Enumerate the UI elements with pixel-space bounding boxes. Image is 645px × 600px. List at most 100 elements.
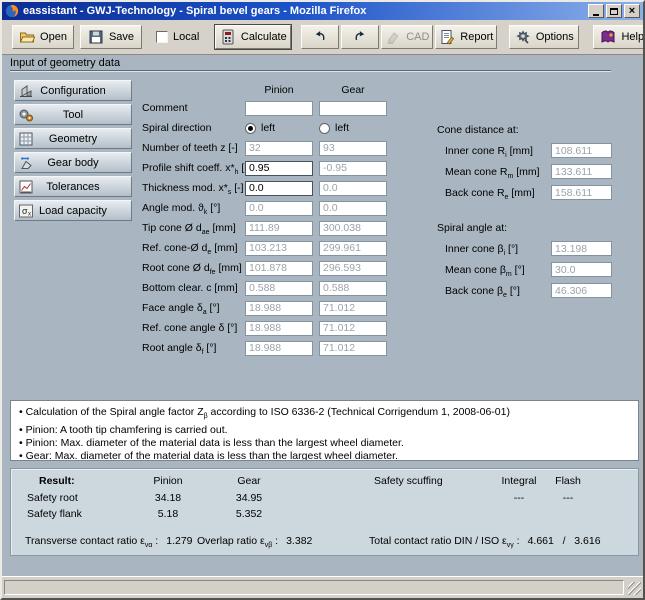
root-cone-d-gear-input (319, 261, 387, 276)
group-spiral-angle-at: Spiral angle at:Inner cone βi [°]Mean co… (437, 221, 617, 301)
results-title: Result: (39, 475, 75, 487)
number-of-teeth-z-pinion-cell (245, 141, 313, 156)
form-row-thickness-mod-x: Thickness mod. x*s [-] (142, 178, 393, 198)
sidebar-item-label: Geometry (49, 133, 97, 145)
close-icon: × (629, 6, 635, 16)
mean-cone-input (551, 262, 612, 277)
spiral-direction-pinion-radio[interactable] (245, 123, 256, 134)
undo-icon (312, 29, 328, 45)
save-button[interactable]: Save (80, 25, 142, 49)
results-panel: Result: Pinion Gear Safety scuffing Inte… (10, 468, 639, 556)
local-checkbox-group: Local (152, 25, 203, 49)
total-contact-ratio-din-iso-label: Total contact ratio DIN / ISO εvγ : (369, 535, 520, 547)
mean-cone-r-mm-label: Mean cone Rm [mm] (437, 166, 551, 178)
sidebar-item-gear-body[interactable]: Gear body (14, 152, 132, 173)
back-cone-input (551, 283, 612, 298)
tip-cone-d-pinion-cell (245, 221, 313, 236)
ref-cone-d-label: Ref. cone-Ø de [mm] (142, 242, 245, 254)
firefox-icon (5, 4, 19, 18)
form-row-profile-shift-coeff-x: Profile shift coeff. x*h [-] (142, 158, 393, 178)
calculate-button[interactable]: Calculate (215, 25, 291, 49)
tip-cone-d-label: Tip cone Ø dae [mm] (142, 222, 245, 234)
back-cone-r-mm-label: Back cone Re [mm] (437, 187, 551, 199)
results-col-scuffing: Safety scuffing (374, 475, 443, 487)
spiral-direction-gear-radio-label: left (335, 122, 349, 134)
form-row-bottom-clear-c-mm: Bottom clear. c [mm] (142, 278, 393, 298)
options-button[interactable]: Options (509, 25, 579, 49)
overlap-ratio-label: Overlap ratio εvβ : (197, 535, 278, 547)
row-inner-cone: Inner cone βi [°] (437, 238, 617, 259)
group-cone-distance-at: Cone distance at:Inner cone Ri [mm]Mean … (437, 123, 617, 203)
svg-text:x: x (28, 212, 31, 218)
spiral-direction-pinion-cell: left (245, 122, 313, 134)
content-area: Input of geometry data ConfigurationTool… (2, 55, 643, 576)
overlap-ratio-value: 3.382 (286, 535, 312, 547)
face-angle-label: Face angle δa [°] (142, 302, 245, 314)
tolerances-icon (18, 179, 34, 195)
window-title: eassistant - GWJ-Technology - Spiral bev… (23, 5, 584, 17)
row-mean-cone: Mean cone βm [°] (437, 259, 617, 280)
transverse-contact-ratio-value: 1.279 (166, 535, 192, 547)
report-button[interactable]: Report (435, 25, 497, 49)
sidebar-item-tolerances[interactable]: Tolerances (14, 176, 132, 197)
sidebar-item-configuration[interactable]: Configuration (14, 80, 132, 101)
face-angle-gear-cell (319, 301, 387, 316)
ratio-transverse-contact-ratio: Transverse contact ratio εvα :1.279 (25, 535, 193, 547)
safety-root-pinion-value: 34.18 (138, 492, 198, 504)
resize-grip[interactable] (628, 582, 641, 595)
form-row-tip-cone-d: Tip cone Ø dae [mm] (142, 218, 393, 238)
thickness-mod-x-pinion-input[interactable] (245, 181, 313, 196)
ref-cone-d-gear-cell (319, 241, 387, 256)
angle-mod-label: Angle mod. ϑk [°] (142, 202, 245, 214)
root-angle-pinion-cell (245, 341, 313, 356)
local-checkbox[interactable] (156, 31, 168, 43)
angle-mod-gear-input (319, 201, 387, 216)
number-of-teeth-z-label: Number of teeth z [-] (142, 142, 245, 154)
face-angle-pinion-input (245, 301, 313, 316)
status-field (4, 580, 624, 595)
load-capacity-icon: σx (18, 203, 34, 219)
open-icon (19, 29, 35, 45)
sidebar-item-geometry[interactable]: Geometry (14, 128, 132, 149)
result-row-safety-root-label: Safety root (27, 492, 78, 504)
redo-button[interactable] (341, 25, 379, 49)
ref-cone-d-pinion-cell (245, 241, 313, 256)
notes-panel: • Calculation of the Spiral angle factor… (10, 400, 639, 461)
bottom-clear-c-mm-gear-cell (319, 281, 387, 296)
profile-shift-coeff-x-gear-input (319, 161, 387, 176)
thickness-mod-x-label: Thickness mod. x*s [-] (142, 182, 245, 194)
sidebar-item-label: Gear body (47, 157, 98, 169)
ratio-overlap-ratio: Overlap ratio εvβ : 3.382 (197, 535, 312, 547)
sidebar-item-load-capacity[interactable]: σx Load capacity (14, 200, 132, 221)
comment-gear-input[interactable] (319, 101, 387, 116)
angle-mod-pinion-input (245, 201, 313, 216)
inner-cone-input (551, 241, 612, 256)
profile-shift-coeff-x-pinion-input[interactable] (245, 161, 313, 176)
maximize-button[interactable] (606, 4, 622, 18)
sidebar-item-label: Load capacity (39, 205, 107, 217)
spiral-direction-label: Spiral direction (142, 122, 245, 134)
redo-icon (352, 29, 368, 45)
sidebar-item-label: Configuration (40, 85, 105, 97)
comment-pinion-input[interactable] (245, 101, 313, 116)
angle-mod-pinion-cell (245, 201, 313, 216)
minimize-button[interactable] (588, 4, 604, 18)
spiral-angle-at-title: Spiral angle at: (437, 221, 617, 238)
result-row-safety-flank-label: Safety flank (27, 508, 82, 520)
help-button[interactable]: Help (593, 25, 645, 49)
ref-cone-angle-pinion-cell (245, 321, 313, 336)
options-icon (515, 29, 531, 45)
spiral-direction-gear-radio[interactable] (319, 123, 330, 134)
open-button[interactable]: Open (12, 25, 74, 49)
local-checkbox-label: Local (173, 31, 199, 43)
sidebar-item-tool[interactable]: Tool (14, 104, 132, 125)
root-angle-gear-input (319, 341, 387, 356)
root-angle-pinion-input (245, 341, 313, 356)
sidebar: Configuration Tool Geometry Gear body Tolera… (14, 80, 132, 224)
row-inner-cone-r-mm: Inner cone Ri [mm] (437, 140, 617, 161)
report-icon (439, 29, 455, 45)
results-col-flash: Flash (538, 475, 598, 487)
undo-button[interactable] (301, 25, 339, 49)
close-button[interactable]: × (624, 4, 640, 18)
row-back-cone-r-mm: Back cone Re [mm] (437, 182, 617, 203)
